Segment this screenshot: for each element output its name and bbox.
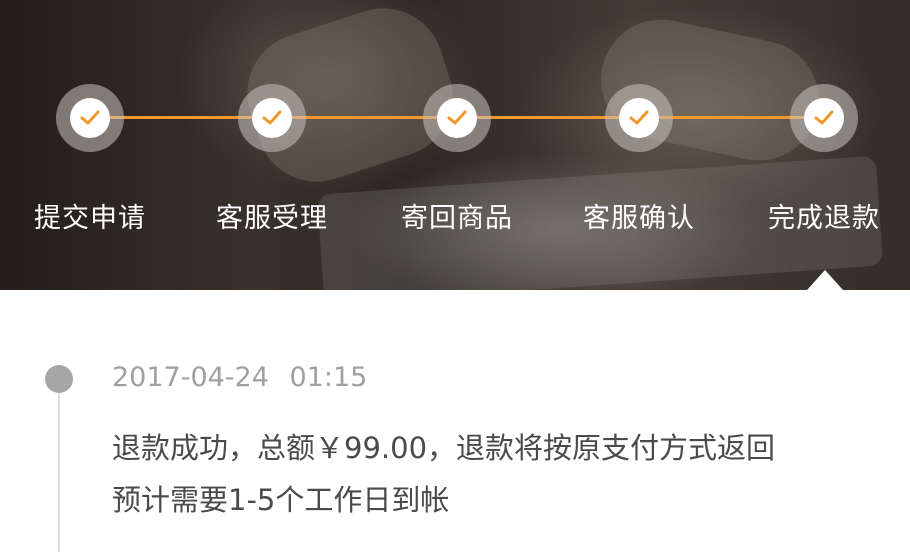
step-label: 客服受理 bbox=[216, 203, 328, 234]
step-label: 客服确认 bbox=[583, 203, 695, 234]
check-icon bbox=[447, 110, 467, 125]
step-submit-request: 提交申请 bbox=[0, 0, 180, 290]
timeline-timestamp: 2017-04-24 01:15 bbox=[112, 362, 368, 393]
step-status-dot bbox=[252, 98, 292, 138]
step-status-dot bbox=[619, 98, 659, 138]
step-label: 提交申请 bbox=[34, 203, 146, 234]
step-status-dot bbox=[70, 98, 110, 138]
step-return-goods: 寄回商品 bbox=[367, 0, 547, 290]
timeline-dot bbox=[45, 365, 73, 393]
step-refund-complete: 完成退款 bbox=[734, 0, 910, 290]
check-icon bbox=[262, 110, 282, 125]
timeline-message-line: 退款成功，总额￥99.00，退款将按原支付方式返回 bbox=[112, 431, 776, 465]
step-service-confirmed: 客服确认 bbox=[549, 0, 729, 290]
check-icon bbox=[814, 110, 834, 125]
step-status-dot bbox=[437, 98, 477, 138]
step-label: 寄回商品 bbox=[401, 203, 513, 234]
step-service-accepted: 客服受理 bbox=[182, 0, 362, 290]
step-label: 完成退款 bbox=[768, 203, 880, 234]
progress-banner: 提交申请 客服受理 寄回商品 客服确认 完成退款 bbox=[0, 0, 910, 290]
check-icon bbox=[629, 110, 649, 125]
current-step-pointer bbox=[807, 270, 843, 290]
refund-timeline: 2017-04-24 01:15 退款成功，总额￥99.00，退款将按原支付方式… bbox=[0, 290, 910, 552]
refund-progress-page: 提交申请 客服受理 寄回商品 客服确认 完成退款 2017-04-24 01:1… bbox=[0, 0, 910, 552]
step-status-dot bbox=[804, 98, 844, 138]
timeline-line bbox=[58, 380, 60, 552]
timeline-message: 退款成功，总额￥99.00，退款将按原支付方式返回 预计需要1-5个工作日到帐 bbox=[112, 422, 892, 526]
check-icon bbox=[80, 110, 100, 125]
timeline-message-line: 预计需要1-5个工作日到帐 bbox=[112, 483, 450, 517]
